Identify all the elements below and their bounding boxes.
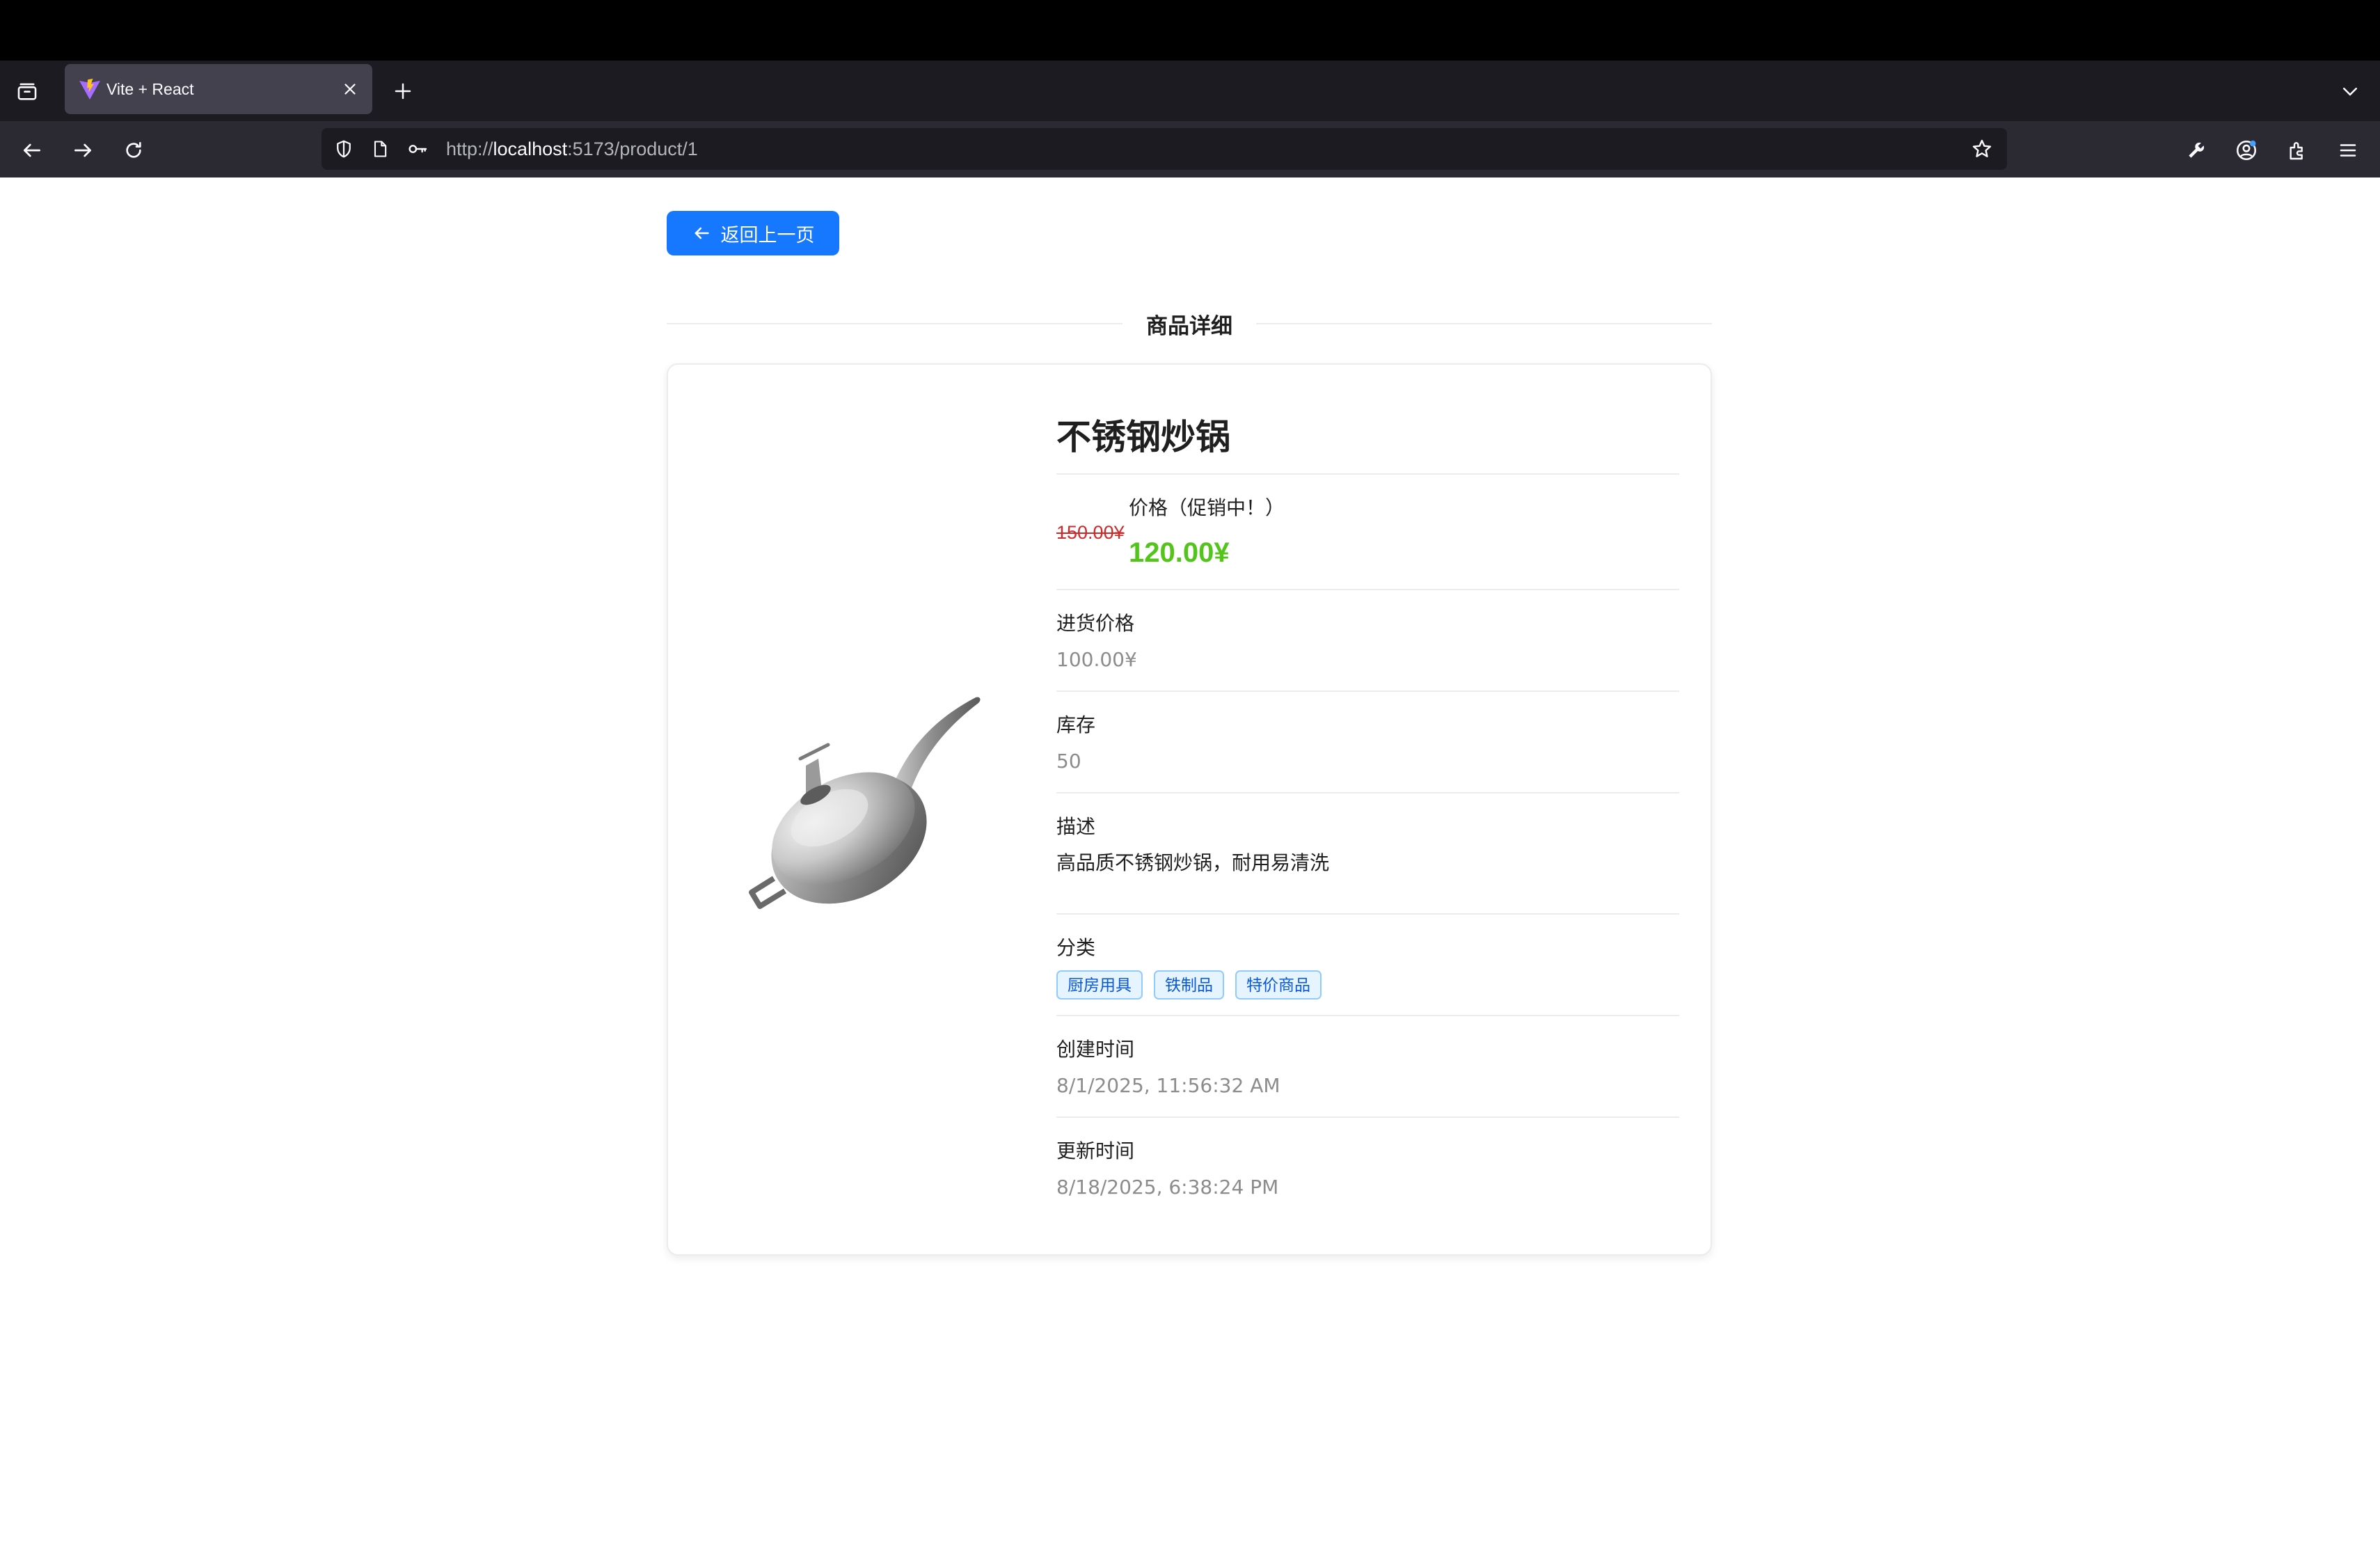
- navigation-toolbar: http://localhost:5173/product/1: [0, 121, 2380, 177]
- key-icon[interactable]: [405, 136, 430, 161]
- shield-icon[interactable]: [331, 136, 356, 161]
- tab-title: Vite + React: [106, 80, 194, 98]
- category-tag: 特价商品: [1235, 970, 1322, 1000]
- section-divider: 商品详细: [667, 306, 1712, 341]
- description-value: 高品质不锈钢炒锅，耐用易清洗: [1056, 851, 1330, 874]
- original-price: 150.00¥: [1056, 522, 1125, 543]
- extensions-icon[interactable]: [2283, 136, 2311, 164]
- stock-value: 50: [1056, 750, 1081, 773]
- arrow-left-icon: [695, 227, 709, 239]
- created-label: 创建时间: [1056, 1038, 1135, 1061]
- updated-label: 更新时间: [1056, 1139, 1135, 1162]
- category-label: 分类: [1056, 936, 1096, 959]
- updated-row: 更新时间 8/18/2025, 6:38:24 PM: [1056, 1118, 1679, 1219]
- price-label: 价格（促销中！）: [1129, 496, 1285, 519]
- purchase-price-row: 进货价格 100.00¥: [1056, 590, 1679, 692]
- url-path: :5173/product/1: [567, 139, 698, 159]
- category-tag: 铁制品: [1154, 970, 1224, 1000]
- vite-logo-icon: [77, 77, 102, 102]
- purchase-price-value: 100.00¥: [1056, 648, 1137, 671]
- product-info: 不锈钢炒锅 150.00¥ 价格（促销中！） 120.00¥ 进货价格 100.…: [1056, 404, 1679, 1219]
- new-tab-icon[interactable]: [390, 78, 416, 104]
- menu-icon[interactable]: [2334, 136, 2362, 164]
- category-row: 分类 厨房用具 铁制品 特价商品: [1056, 915, 1679, 1016]
- url-prefix: http://: [446, 139, 493, 159]
- reload-icon[interactable]: [120, 136, 148, 164]
- url-text[interactable]: http://localhost:5173/product/1: [446, 128, 698, 170]
- back-arrow-icon[interactable]: [18, 136, 46, 164]
- purchase-price-label: 进货价格: [1056, 612, 1135, 635]
- bookmark-star-icon[interactable]: [1969, 136, 1994, 161]
- url-host: localhost: [493, 139, 568, 159]
- account-icon[interactable]: [2232, 136, 2260, 164]
- list-all-tabs-icon[interactable]: [2337, 78, 2363, 104]
- address-bar[interactable]: http://localhost:5173/product/1: [322, 128, 2007, 170]
- back-button[interactable]: 返回上一页: [667, 211, 839, 255]
- forward-arrow-icon[interactable]: [69, 136, 97, 164]
- category-tag: 厨房用具: [1056, 970, 1143, 1000]
- created-value: 8/1/2025, 11:56:32 AM: [1056, 1074, 1280, 1097]
- sale-price: 120.00¥: [1129, 537, 1230, 568]
- tab-active[interactable]: Vite + React: [65, 64, 372, 114]
- tab-bar: Vite + React: [0, 61, 2380, 121]
- window-top-strip: [0, 0, 2380, 61]
- updated-value: 8/18/2025, 6:38:24 PM: [1056, 1176, 1279, 1199]
- divider-line-right: [1256, 323, 1712, 324]
- close-tab-icon[interactable]: [338, 77, 363, 102]
- divider-line-left: [667, 323, 1122, 324]
- description-row: 描述 高品质不锈钢炒锅，耐用易清洗: [1056, 793, 1679, 915]
- product-name: 不锈钢炒锅: [1056, 404, 1679, 475]
- back-button-label: 返回上一页: [720, 224, 815, 246]
- page-info-icon[interactable]: [367, 136, 392, 161]
- description-label: 描述: [1056, 815, 1096, 838]
- stock-label: 库存: [1056, 713, 1096, 736]
- tab-list-icon[interactable]: [14, 78, 40, 104]
- stock-row: 库存 50: [1056, 692, 1679, 793]
- product-image: [749, 697, 981, 909]
- section-title: 商品详细: [1146, 313, 1232, 339]
- created-row: 创建时间 8/1/2025, 11:56:32 AM: [1056, 1016, 1679, 1118]
- category-tags: 厨房用具 铁制品 特价商品: [1056, 970, 1679, 1000]
- wrench-icon[interactable]: [2182, 136, 2210, 164]
- price-row: 150.00¥ 价格（促销中！） 120.00¥: [1056, 475, 1679, 590]
